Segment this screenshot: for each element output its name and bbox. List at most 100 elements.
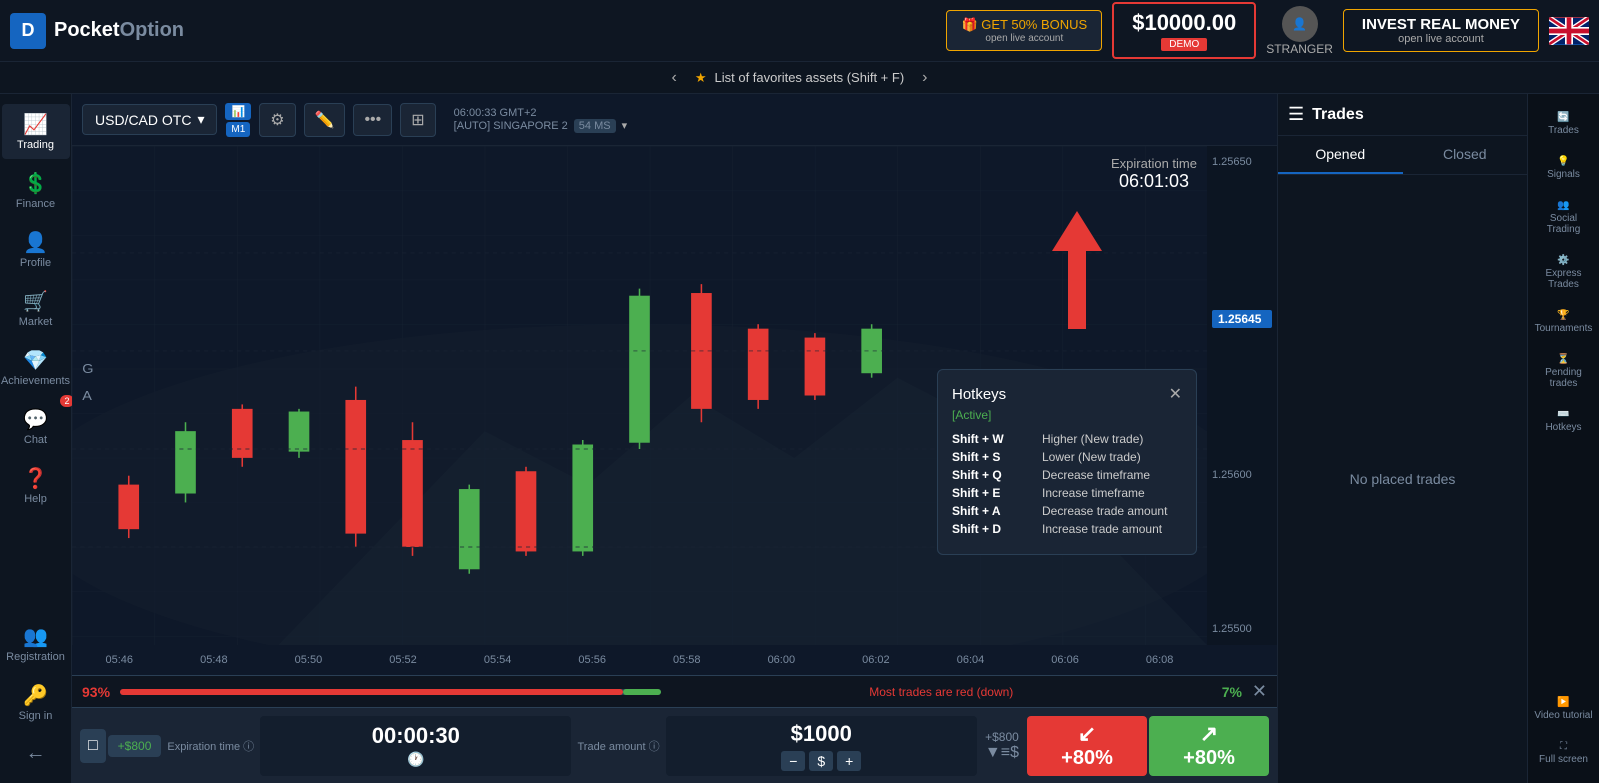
asset-selector[interactable]: USD/CAD OTC ▾ (82, 104, 217, 135)
signin-icon: 🔑 (23, 683, 48, 708)
signals-icon: 💡 (1557, 156, 1569, 167)
registration-icon: 👥 (23, 624, 48, 649)
hotkeys-icon: ⌨️ (1557, 409, 1569, 420)
far-sidebar-tournaments[interactable]: 🏆 Tournaments (1530, 302, 1598, 342)
bonus-button[interactable]: 🎁 GET 50% BONUS open live account (946, 10, 1102, 51)
current-price: 1.25645 (1212, 310, 1272, 328)
far-sidebar-video[interactable]: ▶️ Video tutorial (1530, 689, 1598, 729)
sidebar-item-finance[interactable]: 💲 Finance (2, 163, 70, 218)
header: D PocketOption 🎁 GET 50% BONUS open live… (0, 0, 1599, 62)
logo-icon: D (10, 13, 46, 49)
trades-panel: ☰ Trades Opened Closed No placed trades (1277, 94, 1527, 783)
sidebar-item-back[interactable]: ← (2, 734, 70, 773)
balance-mode: DEMO (1161, 38, 1207, 51)
currency-btn[interactable]: $ (809, 751, 833, 771)
hotkey-row: Shift + E Increase timeframe (952, 486, 1182, 500)
balance-amount: $10000.00 (1132, 10, 1236, 36)
far-sidebar-social-trading[interactable]: 👥 Social Trading (1530, 192, 1598, 243)
far-sidebar-signals[interactable]: 💡 Signals (1530, 148, 1598, 188)
trades-tabs: Opened Closed (1278, 136, 1527, 175)
trades-list-icon: ☰ (1288, 104, 1304, 125)
far-sidebar-fullscreen[interactable]: ⛶ Full screen (1530, 733, 1598, 773)
language-flag[interactable] (1549, 17, 1589, 45)
hotkey-row: Shift + S Lower (New trade) (952, 450, 1182, 464)
trading-icon: 📈 (23, 112, 48, 137)
expiry-overlay: Expiration time 06:01:03 (1111, 156, 1197, 192)
sidebar-item-signin[interactable]: 🔑 Sign in (2, 675, 70, 730)
back-icon: ← (26, 742, 46, 765)
balance-box[interactable]: $10000.00 DEMO (1112, 2, 1256, 59)
trade-amount-box: $1000 − $ + (666, 716, 977, 776)
left-sidebar: 📈 Trading 💲 Finance 👤 Profile 🛒 Market 💎… (0, 94, 72, 783)
trade-up-button[interactable]: ↗ +80% (1149, 716, 1269, 776)
invest-button[interactable]: INVEST REAL MONEY open live account (1343, 9, 1539, 52)
far-sidebar-pending-trades[interactable]: ⏳ Pending trades (1530, 346, 1598, 397)
trades-title: Trades (1312, 106, 1517, 124)
tournaments-icon: 🏆 (1557, 310, 1569, 321)
trade-progress-bar: 93% Most trades are red (down) 7% ✕ (72, 676, 1277, 708)
sidebar-item-chat[interactable]: 💬 2 Chat (2, 399, 70, 454)
svg-text:A: A (82, 389, 92, 403)
options-btn[interactable]: +$800 ▼≡$ (985, 730, 1019, 762)
main-content: 📈 Trading 💲 Finance 👤 Profile 🛒 Market 💎… (0, 94, 1599, 783)
tab-opened[interactable]: Opened (1278, 136, 1403, 174)
far-sidebar-hotkeys[interactable]: ⌨️ Hotkeys (1530, 401, 1598, 441)
avatar: 👤 (1282, 6, 1318, 42)
express-trades-icon: ⚙️ (1557, 255, 1569, 266)
sidebar-item-market[interactable]: 🛒 Market (2, 281, 70, 336)
trade-panel: 93% Most trades are red (down) 7% ✕ □ +$… (72, 675, 1277, 783)
hotkeys-panel: Hotkeys ✕ [Active] Shift + W Higher (New… (937, 369, 1197, 555)
nav-prev[interactable]: ‹ (662, 69, 687, 87)
no-trades-message: No placed trades (1278, 175, 1527, 783)
hotkey-row: Shift + Q Decrease timeframe (952, 468, 1182, 482)
far-right-sidebar: 🔄 Trades 💡 Signals 👥 Social Trading ⚙️ E… (1527, 94, 1599, 783)
sidebar-item-profile[interactable]: 👤 Profile (2, 222, 70, 277)
trade-icon-btn[interactable]: □ (80, 729, 106, 763)
svg-text:G: G (82, 362, 93, 376)
price-axis: 1.25650 1.25645 1.25600 1.25500 (1207, 146, 1277, 645)
expiry-label: Expiration time ⓘ (167, 738, 254, 754)
user-button[interactable]: 👤 STRANGER (1266, 6, 1333, 56)
time-axis: 05:46 05:48 05:50 05:52 05:54 05:56 05:5… (72, 645, 1207, 675)
decrease-amount-btn[interactable]: − (781, 751, 805, 771)
hotkey-row: Shift + D Increase trade amount (952, 522, 1182, 536)
chat-icon: 💬 (23, 407, 48, 432)
pending-trades-icon: ⏳ (1557, 354, 1569, 365)
trades-header: ☰ Trades (1278, 94, 1527, 136)
hotkeys-close[interactable]: ✕ (1169, 384, 1182, 404)
profile-icon: 👤 (23, 230, 48, 255)
red-arrow-indicator (1052, 211, 1102, 329)
more-btn[interactable]: ••• (353, 104, 392, 136)
sidebar-item-trading[interactable]: 📈 Trading (2, 104, 70, 159)
sidebar-item-achievements[interactable]: 💎 Achievements (2, 340, 70, 395)
amount-bonus-left: +$800 (108, 735, 162, 757)
favorites-bar: ‹ ★ List of favorites assets (Shift + F)… (0, 62, 1599, 94)
far-sidebar-express-trades[interactable]: ⚙️ Express Trades (1530, 247, 1598, 298)
trade-down-button[interactable]: ↙ +80% (1027, 716, 1147, 776)
amount-label: Trade amount ⓘ (577, 738, 659, 754)
social-trading-icon: 👥 (1557, 200, 1569, 211)
nav-next[interactable]: › (912, 69, 937, 87)
far-sidebar-trades[interactable]: 🔄 Trades (1530, 104, 1598, 144)
tab-closed[interactable]: Closed (1403, 136, 1528, 174)
trade-controls: □ +$800 Expiration time ⓘ 00:00:30 🕐 Tra… (72, 708, 1277, 783)
timeframe-button[interactable]: 📊 M1 (225, 103, 251, 137)
chart-area: USD/CAD OTC ▾ 📊 M1 ⚙ ✏️ ••• ⊞ 06:00:33 G… (72, 94, 1277, 783)
chart-toolbar: USD/CAD OTC ▾ 📊 M1 ⚙ ✏️ ••• ⊞ 06:00:33 G… (72, 94, 1277, 146)
draw-btn[interactable]: ✏️ (304, 103, 346, 137)
layout-btn[interactable]: ⊞ (400, 103, 435, 137)
logo-text: PocketOption (54, 19, 184, 42)
chart-canvas: G A 1.25650 1.25645 1.25600 1.25500 05:4… (72, 146, 1277, 675)
expiry-time-box[interactable]: 00:00:30 🕐 (260, 716, 571, 776)
fullscreen-icon: ⛶ (1560, 741, 1567, 752)
sidebar-item-help[interactable]: ❓ Help (2, 458, 70, 513)
finance-icon: 💲 (23, 171, 48, 196)
chart-settings-btn[interactable]: ⚙ (259, 103, 295, 137)
close-trade-bar[interactable]: ✕ (1252, 681, 1267, 702)
video-tutorial-icon: ▶️ (1557, 697, 1569, 708)
sidebar-item-registration[interactable]: 👥 Registration (2, 616, 70, 671)
hotkey-row: Shift + W Higher (New trade) (952, 432, 1182, 446)
increase-amount-btn[interactable]: + (837, 751, 861, 771)
logo: D PocketOption (10, 13, 184, 49)
chart-info: 06:00:33 GMT+2 [AUTO] SINGAPORE 2 54 MS … (444, 103, 637, 137)
